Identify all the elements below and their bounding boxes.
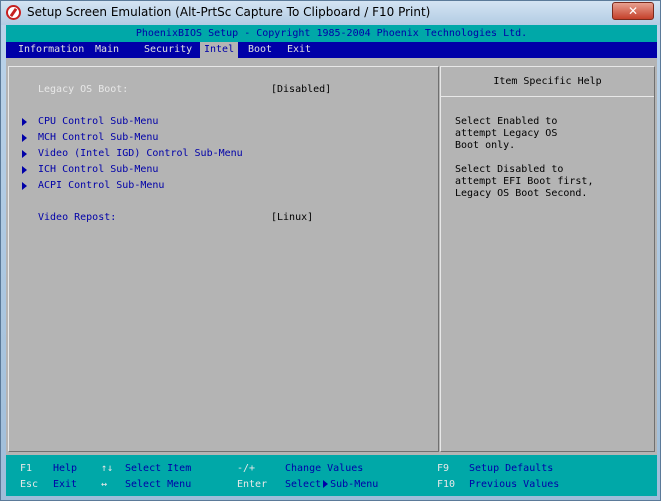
f9-key: F9 [437,463,450,474]
bios-header: PhoenixBIOS Setup - Copyright 1985-2004 … [6,25,657,42]
tab-security[interactable]: Security [140,42,196,58]
tab-information[interactable]: Information [14,42,88,58]
submenu-arrow-icon [22,134,27,142]
leftright-key: ↔ [101,479,108,490]
legacy-os-boot-label: Legacy OS Boot: [38,84,129,95]
enter-desc: Select Sub-Menu [285,479,378,490]
video-repost-label: Video Repost: [38,212,117,223]
plusminus-key: -/+ [237,463,256,474]
mch-control-submenu[interactable]: MCH Control Sub-Menu [22,131,159,145]
f1-desc: Help [53,463,78,474]
help-text-disabled: Select Disabled to attempt EFI Boot firs… [455,164,594,199]
enter-desc-select: Select [285,479,322,490]
key-legend-footer: F1 Help Esc Exit ↑↓ Select Item ↔ Select… [6,455,657,496]
bios-menubar: Information Main Security Intel Boot Exi… [6,42,657,58]
tab-exit[interactable]: Exit [283,42,315,58]
video-control-label: Video (Intel IGD) Control Sub-Menu [38,148,243,159]
enter-desc-submenu: Sub-Menu [330,479,379,490]
plusminus-desc: Change Values [285,463,364,474]
video-repost-row[interactable]: Video Repost: [Linux] [38,211,313,225]
updown-key: ↑↓ [101,463,114,474]
legacy-os-boot-row[interactable]: Legacy OS Boot: [Disabled] [38,83,331,97]
submenu-arrow-icon [22,166,27,174]
tab-boot[interactable]: Boot [244,42,276,58]
f1-key: F1 [20,463,33,474]
acpi-control-submenu[interactable]: ACPI Control Sub-Menu [22,179,165,193]
video-repost-value[interactable]: [Linux] [271,211,313,225]
help-title: Item Specific Help [441,67,654,97]
video-control-submenu[interactable]: Video (Intel IGD) Control Sub-Menu [22,147,243,161]
emulator-window: Setup Screen Emulation (Alt-PrtSc Captur… [0,0,661,501]
f9-desc: Setup Defaults [469,463,554,474]
help-panel: Item Specific Help Select Enabled to att… [440,66,655,452]
mch-control-label: MCH Control Sub-Menu [38,132,159,143]
submenu-arrow-icon [323,480,329,488]
cpu-control-submenu[interactable]: CPU Control Sub-Menu [22,115,159,129]
legacy-os-boot-value[interactable]: [Disabled] [271,83,331,97]
submenu-arrow-icon [22,118,27,126]
esc-key: Esc [20,479,39,490]
f10-key: F10 [437,479,456,490]
bios-screen: PhoenixBIOS Setup - Copyright 1985-2004 … [6,25,657,496]
tab-intel[interactable]: Intel [200,42,239,58]
updown-desc: Select Item [125,463,192,474]
enter-key: Enter [237,479,268,490]
f10-desc: Previous Values [469,479,560,490]
ich-control-submenu[interactable]: ICH Control Sub-Menu [22,163,159,177]
title-bar[interactable]: Setup Screen Emulation (Alt-PrtSc Captur… [1,1,660,25]
esc-desc: Exit [53,479,78,490]
phoenix-app-icon [6,5,21,20]
tab-main[interactable]: Main [91,42,123,58]
submenu-arrow-icon [22,182,27,190]
help-text-enabled: Select Enabled to attempt Legacy OS Boot… [455,116,558,151]
ich-control-label: ICH Control Sub-Menu [38,164,159,175]
settings-panel: Legacy OS Boot: [Disabled] CPU Control S… [8,66,439,452]
cpu-control-label: CPU Control Sub-Menu [38,116,159,127]
submenu-arrow-icon [22,150,27,158]
leftright-desc: Select Menu [125,479,192,490]
acpi-control-label: ACPI Control Sub-Menu [38,180,165,191]
close-button[interactable]: ✕ [612,2,654,20]
window-title: Setup Screen Emulation (Alt-PrtSc Captur… [27,5,431,19]
